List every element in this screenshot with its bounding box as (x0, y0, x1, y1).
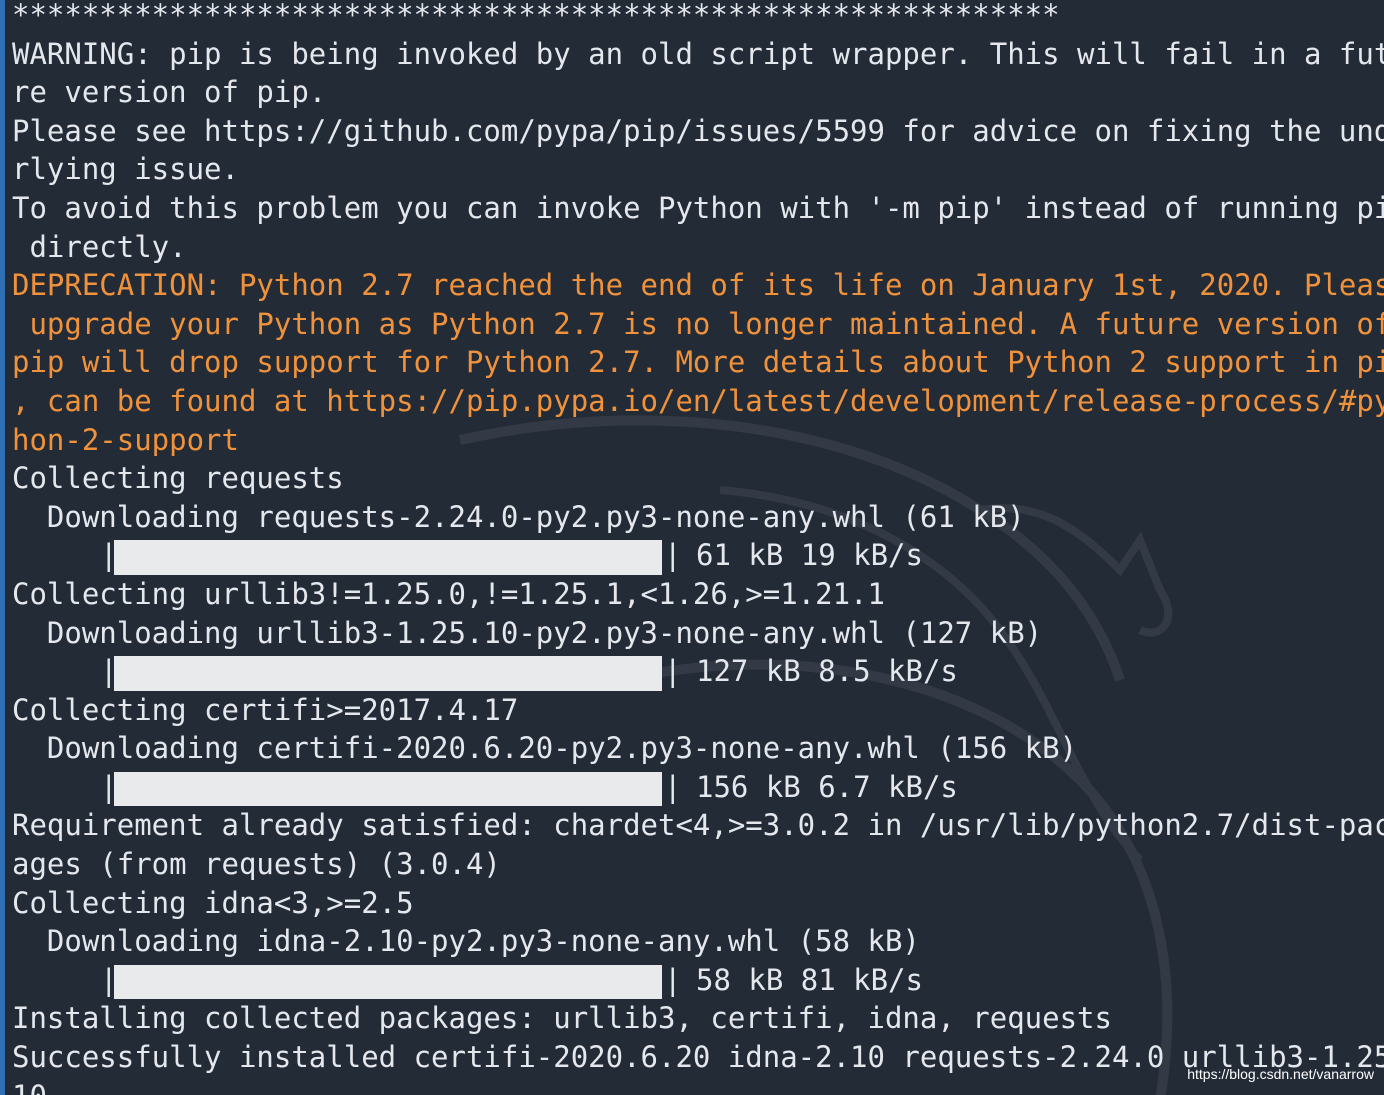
warning-line: WARNING: pip is being invoked by an old … (12, 36, 1384, 71)
downloading-line: Downloading requests-2.24.0-py2.py3-none… (12, 499, 1025, 534)
progress-line: | | 156 kB 6.7 kB/s (12, 768, 1384, 807)
warning-line: To avoid this problem you can invoke Pyt… (12, 190, 1384, 225)
download-speed: 58 kB 81 kB/s (696, 962, 923, 997)
output-line: ****************************************… (12, 0, 1060, 32)
download-speed: 127 kB 8.5 kB/s (696, 654, 958, 689)
download-speed: 156 kB 6.7 kB/s (696, 769, 958, 804)
terminal-output: ****************************************… (12, 0, 1384, 1095)
warning-line: re version of pip. (12, 75, 327, 110)
warning-line: rlying issue. (12, 152, 239, 187)
watermark-url: https://blog.csdn.net/vanarrow (1187, 1066, 1374, 1082)
deprecation-line: DEPRECATION: Python 2.7 reached the end … (12, 268, 1384, 303)
downloading-line: Downloading certifi-2020.6.20-py2.py3-no… (12, 731, 1078, 766)
progress-line: | | 61 kB 19 kB/s (12, 536, 1384, 575)
progress-pipe-right: | (664, 962, 682, 997)
progress-pipe-right: | (664, 654, 682, 689)
downloading-line: Downloading urllib3-1.25.10-py2.py3-none… (12, 615, 1043, 650)
progress-pipe-right: | (664, 769, 682, 804)
installing-line: Installing collected packages: urllib3, … (12, 1001, 1112, 1036)
collecting-line: Collecting idna<3,>=2.5 (12, 885, 414, 920)
requirement-line: Requirement already satisfied: chardet<4… (12, 808, 1384, 843)
terminal-window[interactable]: ****************************************… (0, 0, 1384, 1095)
window-left-edge (0, 0, 5, 1095)
requirement-line: ages (from requests) (3.0.4) (12, 847, 501, 882)
progress-bar (114, 771, 662, 807)
download-speed: 61 kB 19 kB/s (696, 538, 923, 573)
progress-bar (114, 656, 662, 691)
collecting-line: Collecting urllib3!=1.25.0,!=1.25.1,<1.2… (12, 576, 885, 611)
deprecation-line: pip will drop support for Python 2.7. Mo… (12, 345, 1384, 380)
progress-bar (114, 964, 662, 1000)
warning-line: Please see https://github.com/pypa/pip/i… (12, 113, 1384, 148)
collecting-line: Collecting certifi>=2017.4.17 (12, 692, 519, 727)
progress-bar (114, 540, 662, 575)
deprecation-line: , can be found at https://pip.pypa.io/en… (12, 383, 1384, 418)
collecting-line: Collecting requests (12, 461, 344, 496)
deprecation-line: upgrade your Python as Python 2.7 is no … (12, 306, 1384, 341)
success-line: 10 (12, 1077, 1384, 1095)
deprecation-line: hon-2-support (12, 422, 239, 457)
progress-line: | | 58 kB 81 kB/s (12, 961, 1384, 1000)
warning-line: directly. (12, 229, 187, 264)
success-line: Successfully installed certifi-2020.6.20… (12, 1040, 1384, 1075)
downloading-line: Downloading idna-2.10-py2.py3-none-any.w… (12, 924, 920, 959)
progress-line: | | 127 kB 8.5 kB/s (12, 652, 1384, 691)
progress-pipe-right: | (664, 538, 682, 573)
